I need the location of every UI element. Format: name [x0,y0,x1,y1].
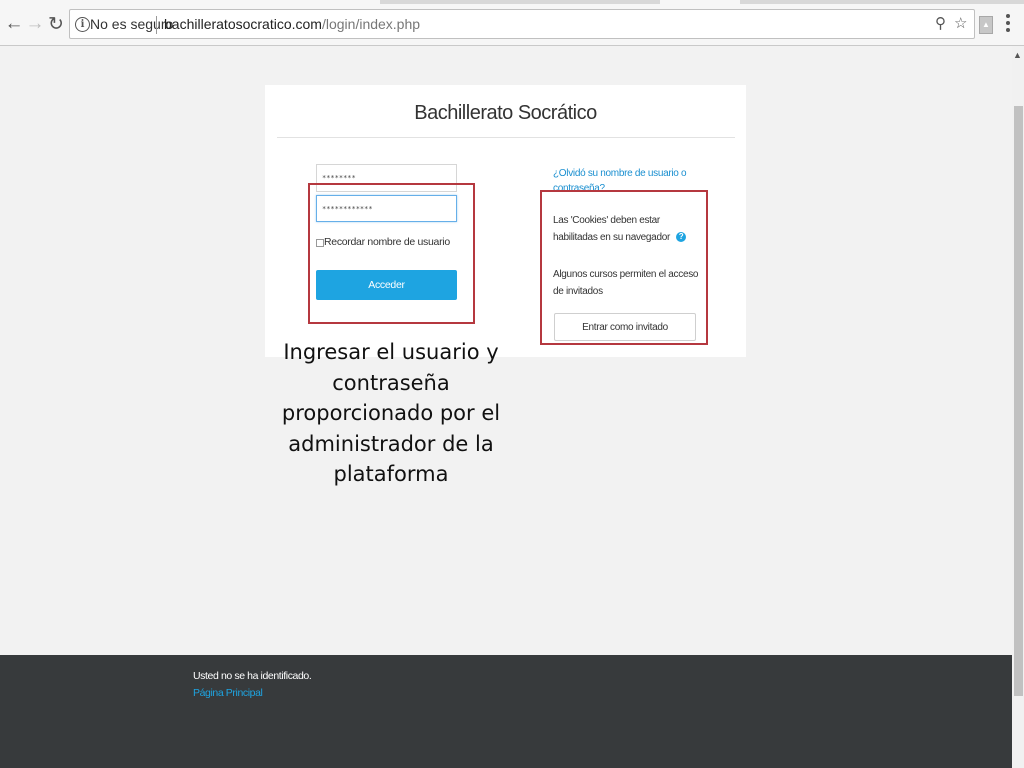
page-footer: Usted no se ha identificado. Página Prin… [0,655,1012,768]
address-bar[interactable]: i No es seguro bachilleratosocratico.com… [69,9,975,39]
address-divider [156,16,157,34]
url-path: /login/index.php [321,16,421,32]
page-url[interactable]: bachilleratosocratico.com/login/index.ph… [164,16,420,32]
reload-icon[interactable]: ↻ [45,10,67,38]
url-domain: bachilleratosocratico.com [164,16,322,32]
scroll-up-arrow-icon[interactable]: ▲ [1013,50,1022,60]
scrollbar[interactable]: ▲ [1012,46,1024,768]
highlight-box-login-fields [308,183,475,324]
scrollbar-thumb[interactable] [1014,106,1023,696]
highlight-box-guest-info [540,190,708,345]
site-title: Bachillerato Socrático [414,102,597,124]
login-status-text: Usted no se ha identificado. [193,670,312,682]
security-status[interactable]: No es seguro [90,16,173,32]
title-divider [277,137,735,138]
info-icon[interactable]: i [75,17,90,32]
bookmark-star-icon[interactable]: ☆ [954,14,967,32]
pdf-extension-icon[interactable]: ▲ [979,16,993,34]
browser-menu-icon[interactable] [1006,14,1010,35]
browser-toolbar: ← → ↻ i No es seguro bachilleratosocrati… [0,4,1024,46]
instruction-callout: Ingresar el usuario y contraseña proporc… [281,340,501,486]
forward-arrow-icon[interactable]: → [24,10,46,38]
home-page-link[interactable]: Página Principal [193,687,263,699]
zoom-icon[interactable]: ⚲ [935,14,946,32]
back-arrow-icon[interactable]: ← [3,10,25,38]
